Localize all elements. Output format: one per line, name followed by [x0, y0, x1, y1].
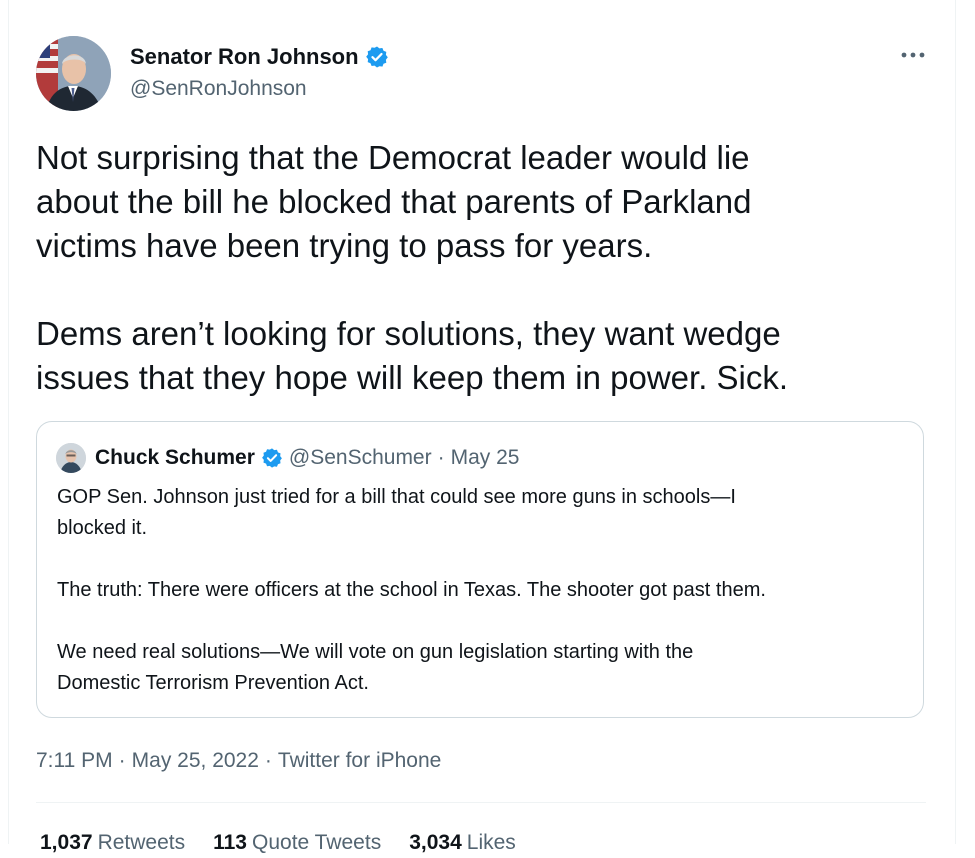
quote-text-line: We need real solutions—We will vote on g… [57, 641, 694, 663]
quote-separator: · [437, 446, 445, 469]
likes-stat[interactable]: 3,034 Likes [409, 828, 516, 858]
quoted-tweet[interactable]: Chuck Schumer @SenSchumer · May 25 GOP S… [36, 421, 924, 718]
quote-author-name: Chuck Schumer [95, 446, 255, 469]
quote-text-line: GOP Sen. Johnson just tried for a bill t… [57, 486, 736, 508]
retweets-count: 1,037 [40, 831, 93, 854]
engagement-stats: 1,037 Retweets 113 Quote Tweets 3,034 Likes [40, 828, 516, 858]
tweet-text-line: Dems aren’t looking for solutions, they … [36, 315, 781, 352]
quote-author-avatar [56, 443, 86, 473]
meta-separator: · [118, 749, 126, 772]
quote-author-handle: @SenSchumer [288, 446, 432, 469]
tweet-text-line: issues that they hope will keep them in … [36, 359, 789, 396]
retweets-stat[interactable]: 1,037 Retweets [40, 828, 185, 858]
tweet-text-line: Not surprising that the Democrat leader … [36, 139, 750, 176]
tweet-time[interactable]: 7:11 PM [36, 749, 113, 772]
tweet-text-line: victims have been trying to pass for yea… [36, 227, 653, 264]
quote-text-line: Domestic Terrorism Prevention Act. [57, 672, 369, 694]
tweet-source[interactable]: Twitter for iPhone [278, 749, 441, 772]
quote-tweets-stat[interactable]: 113 Quote Tweets [213, 828, 381, 858]
tweet-meta: 7:11 PM · May 25, 2022 · Twitter for iPhone [36, 746, 441, 776]
divider [36, 802, 926, 803]
likes-count: 3,034 [409, 831, 462, 854]
tweet-date[interactable]: May 25, 2022 [132, 749, 259, 772]
tweet-text: Not surprising that the Democrat leader … [36, 136, 916, 400]
quote-tweets-count: 113 [213, 831, 247, 854]
likes-label: Likes [466, 831, 516, 854]
quote-header: Chuck Schumer @SenSchumer · May 25 [95, 444, 519, 472]
quote-date: May 25 [450, 446, 520, 469]
verified-badge-icon [365, 45, 389, 69]
more-icon[interactable] [898, 40, 928, 70]
quote-text: GOP Sen. Johnson just tried for a bill t… [57, 482, 917, 699]
author-handle[interactable]: @SenRonJohnson [130, 75, 307, 103]
author-name[interactable]: Senator Ron Johnson [130, 43, 389, 71]
verified-badge-icon [261, 447, 283, 469]
meta-separator: · [264, 749, 272, 772]
author-avatar[interactable] [36, 36, 111, 111]
tweet-text-line: about the bill he blocked that parents o… [36, 183, 752, 220]
retweets-label: Retweets [97, 831, 186, 854]
quote-tweets-label: Quote Tweets [252, 831, 382, 854]
quote-text-line: The truth: There were officers at the sc… [57, 579, 766, 601]
quote-text-line: blocked it. [57, 517, 148, 539]
author-name-text[interactable]: Senator Ron Johnson [130, 43, 359, 71]
